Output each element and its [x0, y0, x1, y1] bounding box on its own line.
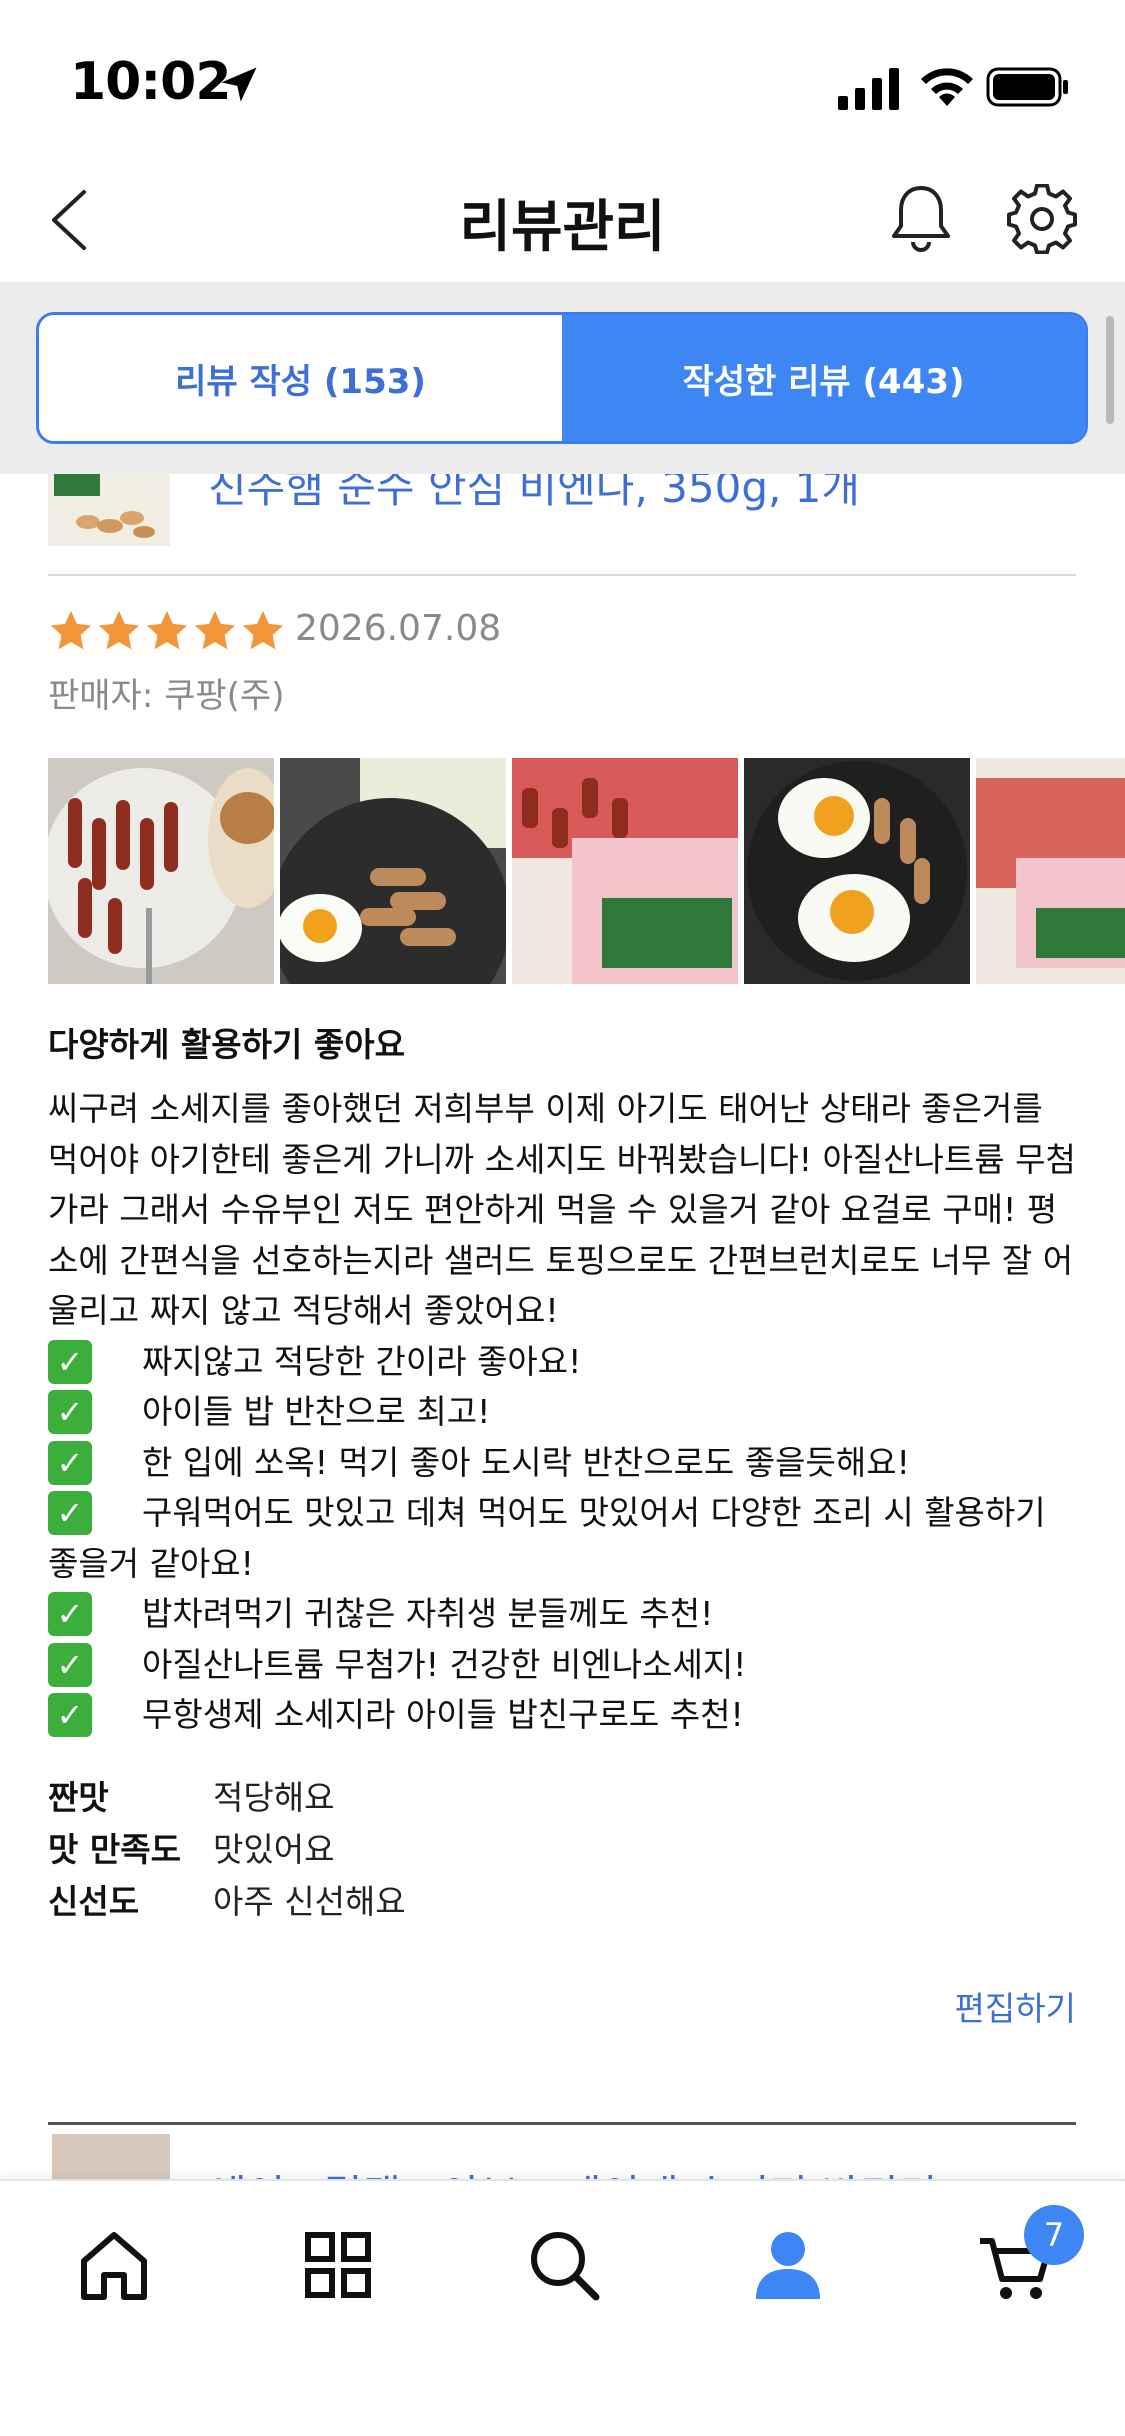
page-title: 리뷰관리 — [459, 195, 666, 260]
bell-icon[interactable] — [888, 182, 954, 256]
review-text: 씨구려 소세지를 좋아했던 저희부부 이제 아기도 태어난 상태라 좋은거를 먹… — [48, 1089, 1076, 1330]
review-body: 씨구려 소세지를 좋아했던 저희부부 이제 아기도 태어난 상태라 좋은거를 먹… — [48, 1084, 1078, 1741]
attribute-label: 신선도 — [48, 1882, 140, 1921]
star-icon — [194, 610, 236, 650]
battery-icon — [986, 67, 1068, 107]
attribute-value: 맛있어요 — [213, 1830, 335, 1869]
seller-name: 판매자: 쿠팡(주) — [48, 676, 285, 716]
review-photo[interactable] — [48, 758, 274, 984]
tab-bar: 리뷰 작성 (153) 작성한 리뷰 (443) — [0, 282, 1125, 474]
review-attributes: 짠맛 적당해요 맛 만족도 맛있어요 신선도 아주 신선해요 — [48, 1772, 406, 1928]
review-date: 2026.07.08 — [295, 608, 502, 649]
checkmark-icon: ✓ — [48, 1592, 92, 1636]
cart-count-badge: 7 — [1024, 2205, 1084, 2265]
bottom-navigation: 7 — [0, 2179, 1125, 2436]
my-account-icon[interactable] — [750, 2227, 826, 2303]
attribute-value: 아주 신선해요 — [213, 1882, 406, 1921]
checkmark-icon: ✓ — [48, 1693, 92, 1737]
tab-written-reviews[interactable]: 작성한 리뷰 (443) — [562, 315, 1085, 441]
star-icon — [98, 610, 140, 650]
checkmark-icon: ✓ — [48, 1390, 92, 1434]
checklist-item: ✓ 밥차려먹기 귀찮은 자취생 분들께도 추천! — [48, 1589, 1078, 1640]
attribute-row: 신선도 아주 신선해요 — [48, 1876, 406, 1928]
edit-review-link[interactable]: 편집하기 — [955, 1982, 1076, 2030]
next-product-thumbnail[interactable] — [52, 2134, 170, 2179]
app-header: 리뷰관리 — [0, 160, 1125, 282]
attribute-label: 짠맛 — [48, 1778, 109, 1817]
star-icon — [242, 610, 284, 650]
review-photo[interactable] — [280, 758, 506, 984]
home-icon[interactable] — [76, 2227, 152, 2303]
star-icon — [146, 610, 188, 650]
review-tab-group: 리뷰 작성 (153) 작성한 리뷰 (443) — [36, 312, 1088, 444]
product-thumbnail[interactable] — [48, 474, 170, 546]
review-photo[interactable] — [744, 758, 970, 984]
checklist-item: ✓ 한 입에 쏘옥! 먹기 좋아 도시락 반찬으로도 좋을듯해요! — [48, 1438, 1078, 1489]
divider — [48, 574, 1076, 576]
scrollbar[interactable] — [1106, 316, 1114, 424]
review-photo[interactable] — [976, 758, 1125, 984]
checklist-item: ✓ 아이들 밥 반찬으로 최고! — [48, 1387, 1078, 1438]
checklist-item: ✓ 아질산나트륨 무첨가! 건강한 비엔나소세지! — [48, 1640, 1078, 1691]
checklist-item: ✓ 구워먹어도 맛있고 데쳐 먹어도 맛있어서 다양한 조리 시 활용하기 좋을거… — [48, 1491, 1046, 1583]
next-product-name-link[interactable]: 에이프릴캣 : 아보 ! 레이네 순키미 바디미 — [208, 2162, 937, 2179]
search-icon[interactable] — [526, 2227, 602, 2303]
gear-icon[interactable] — [1007, 184, 1077, 254]
checkmark-icon: ✓ — [48, 1642, 92, 1687]
star-rating — [48, 608, 286, 654]
review-divider — [48, 2122, 1076, 2125]
checkmark-icon: ✓ — [48, 1491, 92, 1535]
attribute-value: 적당해요 — [213, 1778, 335, 1817]
star-icon — [50, 610, 92, 650]
review-title: 다양하게 활용하기 좋아요 — [48, 1025, 405, 1064]
checkmark-icon: ✓ — [48, 1440, 92, 1485]
wifi-icon — [921, 68, 973, 106]
attribute-row: 맛 만족도 맛있어요 — [48, 1824, 406, 1876]
status-bar: 10:02 — [0, 0, 1125, 160]
status-time: 10:02 — [70, 52, 232, 112]
attribute-label: 맛 만족도 — [48, 1830, 181, 1869]
review-photo[interactable] — [512, 758, 738, 984]
review-photo-strip — [48, 758, 1125, 984]
review-list: 진주햄 순수 안심 비엔나, 350g, 1개 2026.07.08 판매자: … — [0, 474, 1125, 2179]
checklist-item: ✓ 무항생제 소세지라 아이들 밥친구로도 추천! — [48, 1690, 1078, 1741]
category-icon[interactable] — [300, 2227, 376, 2303]
location-arrow-icon — [221, 67, 257, 102]
checklist-item: ✓ 짜지않고 적당한 간이라 좋아요! — [48, 1337, 1078, 1388]
checkmark-icon: ✓ — [48, 1339, 92, 1384]
attribute-row: 짠맛 적당해요 — [48, 1772, 406, 1824]
product-name-link[interactable]: 진주햄 순수 안심 비엔나, 350g, 1개 — [208, 474, 860, 515]
cellular-signal-icon — [838, 68, 899, 110]
tab-write-review[interactable]: 리뷰 작성 (153) — [39, 315, 562, 441]
